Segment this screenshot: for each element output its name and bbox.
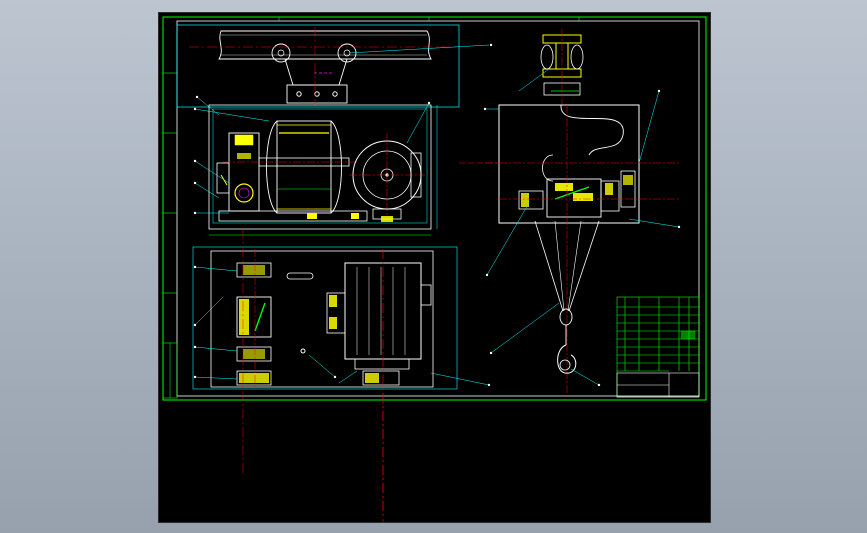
top-trolley-view <box>176 24 490 116</box>
plan-view <box>192 246 490 522</box>
side-view <box>485 29 680 393</box>
drawing-frame <box>162 16 707 401</box>
front-section-view <box>194 102 438 236</box>
centerlines <box>242 162 499 518</box>
cad-viewport[interactable] <box>158 12 711 523</box>
title-block <box>616 296 700 398</box>
cad-drawing <box>162 16 707 522</box>
